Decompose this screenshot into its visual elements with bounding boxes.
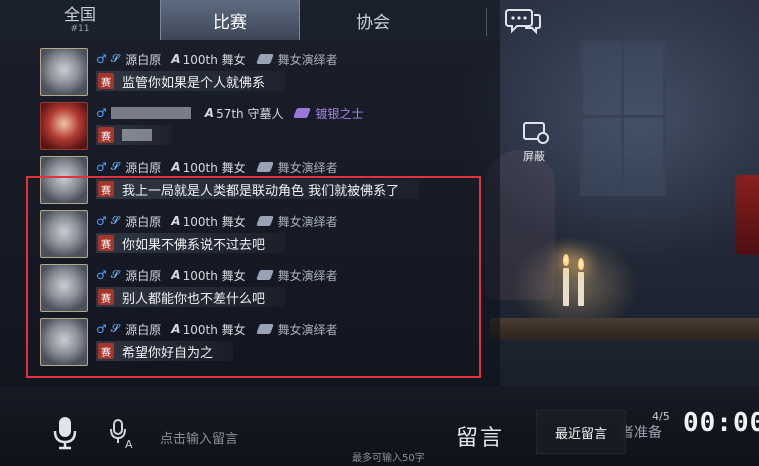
- countdown-timer: 00:00: [683, 408, 759, 438]
- tab-divider: [486, 8, 487, 36]
- block-label: 屏蔽: [523, 150, 545, 163]
- tab-guild-label: 协会: [356, 12, 390, 33]
- tab-guild[interactable]: 协会: [298, 0, 448, 40]
- recent-messages-label: 最近留言: [554, 426, 607, 442]
- tab-global-rank: #11: [70, 24, 90, 34]
- badge-icon: [255, 162, 274, 172]
- tab-match-label: 比赛: [213, 12, 247, 33]
- player-badge: 镀银之士: [315, 106, 364, 121]
- male-gender-icon: ♂: [96, 160, 107, 174]
- svg-text:A: A: [125, 438, 133, 450]
- recent-messages-button[interactable]: 最近留言: [536, 410, 626, 454]
- redacted-message: [122, 129, 152, 141]
- player-badge: 舞女演绎者: [277, 160, 338, 175]
- candle-flame: [563, 254, 569, 266]
- match-tag: 赛: [98, 73, 114, 89]
- character-rank: 57th 守墓人: [216, 106, 284, 121]
- background-chair: [735, 175, 759, 255]
- player-name[interactable]: 源白原: [125, 159, 161, 176]
- badge-icon: [293, 108, 312, 118]
- chat-message: ♂ 𝓢 源白原 A 100th 舞女 舞女演绎者 赛 监管你如果是个人就佛系: [40, 44, 495, 98]
- player-name[interactable]: 源白原: [125, 51, 161, 68]
- background-window: [580, 40, 666, 196]
- badge-icon: [255, 54, 274, 64]
- player-badge: 舞女演绎者: [277, 52, 338, 67]
- rank-letter: A: [171, 52, 181, 66]
- character-limit-hint: 最多可输入50字: [352, 453, 425, 464]
- character-rank: 100th 舞女: [182, 52, 246, 67]
- redacted-player-name: [110, 107, 191, 119]
- candle-flame: [578, 258, 584, 270]
- ready-status-text: 者准备: [620, 425, 662, 441]
- male-gender-icon: ♂: [96, 106, 107, 120]
- identity-icon: 𝓢: [110, 160, 120, 173]
- tab-match[interactable]: 比赛: [160, 0, 300, 40]
- player-count: 4/5: [652, 410, 670, 423]
- candle: [563, 268, 569, 306]
- block-icon: [523, 122, 549, 144]
- identity-icon: 𝓢: [110, 52, 120, 65]
- highlight-annotation-box: [26, 176, 481, 378]
- character-rank: 100th 舞女: [182, 160, 246, 175]
- voice-to-text-icon[interactable]: A: [108, 418, 138, 451]
- microphone-icon[interactable]: [52, 416, 78, 450]
- avatar[interactable]: [40, 102, 88, 150]
- background-table: [490, 318, 759, 340]
- message-input[interactable]: 点击输入留言: [160, 428, 238, 447]
- rank-letter: A: [171, 160, 181, 174]
- match-tag: 赛: [98, 127, 114, 143]
- tab-global-label: 全国: [63, 5, 96, 24]
- avatar[interactable]: [40, 48, 88, 96]
- chat-tab-bar: 全国 #11 比赛 协会: [0, 0, 500, 41]
- candle: [578, 272, 584, 306]
- chat-bubble-icon[interactable]: [505, 6, 541, 36]
- post-message-button[interactable]: 留言: [456, 420, 504, 452]
- chat-message: ♂ A 57th 守墓人 镀银之士 赛: [40, 98, 495, 152]
- message-text: 监管你如果是个人就佛系: [122, 75, 266, 91]
- male-gender-icon: ♂: [96, 52, 107, 66]
- rank-letter: A: [204, 106, 215, 120]
- block-button[interactable]: 屏蔽: [514, 120, 554, 170]
- tab-global[interactable]: 全国 #11: [0, 0, 160, 40]
